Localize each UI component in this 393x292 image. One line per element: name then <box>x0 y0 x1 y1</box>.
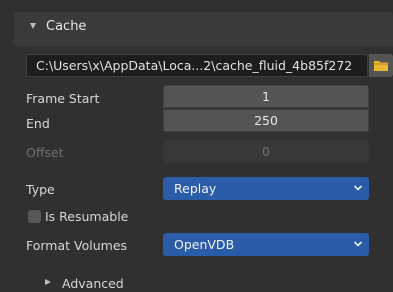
advanced-subpanel-label[interactable]: Advanced <box>62 276 124 291</box>
folder-icon <box>374 61 388 71</box>
expand-triangle-icon[interactable] <box>45 279 51 285</box>
cache-panel-title: Cache <box>46 19 87 34</box>
frame-end-label: End <box>26 116 50 131</box>
browse-folder-button[interactable] <box>369 54 393 77</box>
format-volumes-label: Format Volumes <box>26 238 128 253</box>
format-volumes-dropdown[interactable]: OpenVDB <box>163 233 369 256</box>
chevron-down-icon <box>353 241 363 247</box>
is-resumable-label: Is Resumable <box>45 209 129 224</box>
frame-end-field[interactable]: 250 <box>163 109 369 132</box>
cache-directory-field[interactable]: C:\Users\x\AppData\Loca...2\cache_fluid_… <box>26 54 368 77</box>
offset-label: Offset <box>26 145 64 160</box>
type-label: Type <box>26 182 55 197</box>
type-dropdown-value: Replay <box>174 181 217 196</box>
type-dropdown[interactable]: Replay <box>163 177 369 200</box>
cache-panel: Cache C:\Users\x\AppData\Loca...2\cache_… <box>0 0 393 292</box>
format-volumes-dropdown-value: OpenVDB <box>174 237 235 252</box>
collapse-triangle-icon[interactable] <box>30 23 36 29</box>
frame-start-label: Frame Start <box>26 91 100 106</box>
offset-field: 0 <box>163 140 369 163</box>
chevron-down-icon <box>353 185 363 191</box>
is-resumable-checkbox[interactable] <box>28 210 41 223</box>
frame-start-field[interactable]: 1 <box>163 85 369 108</box>
